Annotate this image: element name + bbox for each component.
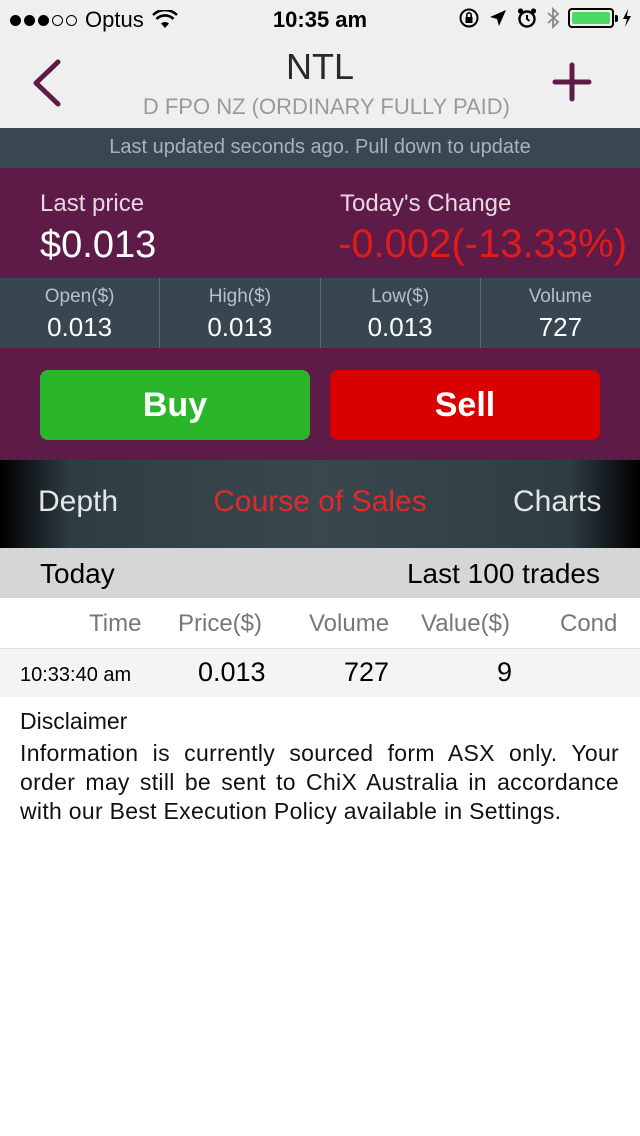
trade-volume: 727 — [344, 657, 390, 687]
stat-value: 0.013 — [207, 312, 273, 342]
trades-column-headers: Time Price($) Volume Value($) Cond — [0, 598, 640, 649]
quote-panel: Last price $0.013 Today's Change -0.002(… — [0, 168, 640, 278]
status-bar: Optus 10:35 am — [0, 0, 640, 40]
column-header-price: Price($) — [178, 610, 263, 637]
last-price-label: Last price — [40, 190, 145, 217]
nav-bar: NTL D FPO NZ (ORDINARY FULLY PAID) — [0, 40, 640, 128]
security-name: D FPO NZ (ORDINARY FULLY PAID) — [142, 94, 510, 119]
stat-high: High($) 0.013 — [160, 278, 321, 348]
alarm-icon — [517, 8, 537, 28]
page-title: NTL — [285, 46, 354, 87]
trades-period: Today — [40, 558, 115, 589]
trade-price: 0.013 — [198, 657, 266, 687]
stat-value: 0.013 — [367, 312, 433, 342]
stat-value: 0.013 — [47, 312, 113, 342]
stat-open: Open($) 0.013 — [0, 278, 161, 348]
stat-low: Low($) 0.013 — [321, 278, 481, 348]
trades-count-label: Last 100 trades — [406, 558, 600, 589]
tab-charts[interactable]: Charts — [513, 485, 601, 519]
add-to-watchlist-button[interactable] — [552, 62, 592, 102]
disclaimer-title: Disclaimer — [20, 708, 128, 734]
column-header-value: Value($) — [421, 610, 510, 637]
detail-tabs: Depth Course of Sales Charts — [0, 460, 640, 548]
plus-icon — [552, 62, 592, 102]
stat-label: Volume — [528, 286, 593, 307]
disclaimer: Disclaimer Information is currently sour… — [20, 708, 619, 826]
column-header-time: Time — [89, 610, 142, 637]
column-header-cond: Cond — [560, 610, 618, 637]
stat-label: High($) — [208, 286, 272, 307]
bluetooth-icon — [547, 6, 560, 30]
sell-button[interactable]: Sell — [330, 370, 600, 440]
trades-header: Today Last 100 trades — [0, 548, 640, 598]
buy-button[interactable]: Buy — [40, 370, 310, 440]
todays-change-value: -0.002(-13.33%) — [338, 222, 628, 266]
location-arrow-icon — [490, 10, 506, 26]
update-banner: Last updated seconds ago. Pull down to u… — [0, 128, 640, 168]
rotation-lock-icon — [459, 8, 479, 28]
disclaimer-body: Information is currently sourced form AS… — [20, 740, 619, 824]
charging-bolt-icon — [623, 9, 631, 27]
battery-icon — [568, 8, 618, 28]
last-price-value: $0.013 — [40, 224, 157, 266]
stat-volume: Volume 727 — [481, 278, 640, 348]
table-row: 10:33:40 am 0.013 727 9 — [0, 649, 640, 697]
stat-label: Low($) — [371, 286, 430, 307]
stat-value: 727 — [538, 312, 583, 342]
trade-value: 9 — [497, 657, 513, 687]
price-stats: Open($) 0.013 High($) 0.013 Low($) 0.013… — [0, 278, 640, 348]
trade-actions: Buy Sell — [0, 348, 640, 460]
trade-time: 10:33:40 am — [20, 664, 132, 686]
column-header-volume: Volume — [309, 610, 390, 637]
status-right — [458, 6, 632, 30]
stat-label: Open($) — [44, 286, 115, 307]
todays-change-label: Today's Change — [340, 190, 512, 217]
